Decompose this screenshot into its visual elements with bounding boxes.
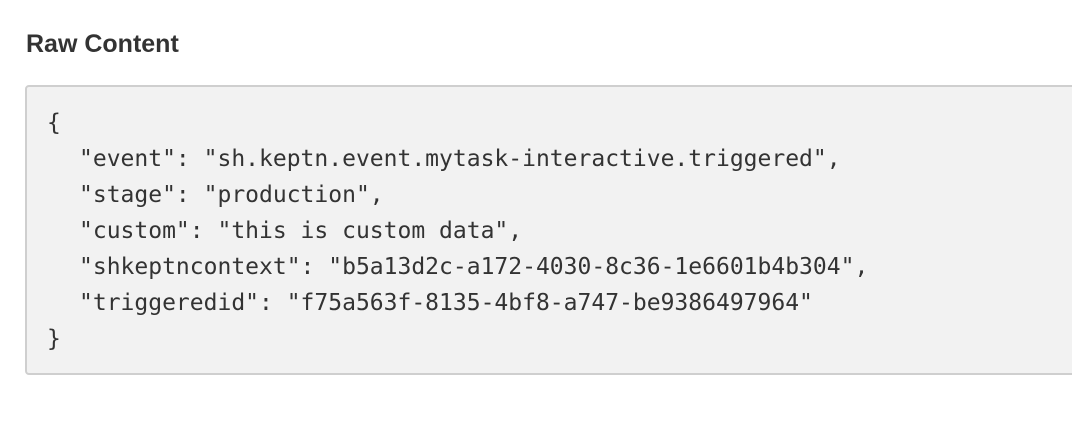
code-line-close-brace: } (47, 326, 61, 352)
page: Raw Content { "event": "sh.keptn.event.my… (0, 0, 1072, 438)
raw-content-code[interactable]: { "event": "sh.keptn.event.mytask-interac… (47, 105, 868, 357)
code-line-triggeredid: "triggeredid": "f75a563f-8135-4bf8-a747-… (79, 290, 813, 316)
code-line-event: "event": "sh.keptn.event.mytask-interact… (79, 146, 841, 172)
code-line-stage: "stage": "production", (79, 182, 384, 208)
code-line-shkeptncontext: "shkeptncontext": "b5a13d2c-a172-4030-8c… (79, 254, 869, 280)
section-title: Raw Content (26, 30, 179, 58)
code-line-open-brace: { (47, 110, 61, 136)
code-line-custom: "custom": "this is custom data", (79, 218, 523, 244)
raw-content-box[interactable]: { "event": "sh.keptn.event.mytask-interac… (25, 85, 1072, 375)
